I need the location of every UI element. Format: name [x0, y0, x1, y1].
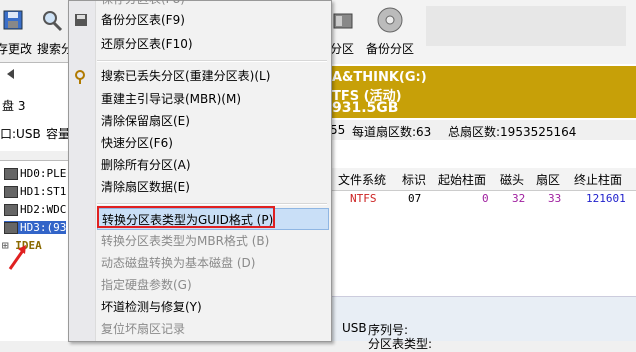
disk-banner-name: A&THINK(G:)	[332, 70, 427, 85]
search-partition-button[interactable]: 搜索分	[35, 0, 73, 60]
backup-disc-icon	[377, 7, 403, 33]
cell-start-cylinder: 0	[482, 192, 489, 205]
disk-banner[interactable]: A&THINK(G:) TFS (活动) 931.5GB	[330, 66, 636, 118]
partition-toolbar-label: 分区	[330, 42, 355, 56]
menu-item-clear-sector-data[interactable]: 清除扇区数据(E)	[101, 176, 190, 198]
col-sector[interactable]: 扇区	[536, 171, 560, 188]
tree-item-hd3[interactable]: HD3:(93	[4, 221, 67, 234]
disk-icon	[4, 222, 18, 234]
tree-item-hd1[interactable]: HD1:ST1	[4, 185, 66, 198]
menu-item-reset-bad-sector-log[interactable]: 复位坏扇区记录	[101, 318, 185, 340]
menu-separator	[97, 203, 327, 205]
search-icon	[43, 11, 63, 32]
disk-meta: 55 每道扇区数:63 总扇区数:1953525164	[330, 120, 636, 140]
right-pane: 分区 备份分区 A&THINK(G:) TFS (活动) 931.5GB 55 …	[220, 0, 636, 351]
cell-head: 32	[512, 192, 526, 205]
menu-item-convert-to-mbr[interactable]: 转换分区表类型为MBR格式 (B)	[101, 230, 269, 252]
backup-partition-label: 备份分区	[366, 42, 415, 56]
cell-id: 07	[408, 192, 422, 205]
menu-item-dynamic-to-basic[interactable]: 动态磁盘转换为基本磁盘 (D)	[101, 252, 255, 274]
cell-sector: 33	[548, 192, 562, 205]
disk-number-label: 盘 3	[2, 99, 26, 113]
cell-end-cylinder: 121601	[586, 192, 626, 205]
highlight-annotation-box	[97, 206, 275, 228]
backup-partition-button[interactable]: 备份分区	[364, 0, 424, 60]
tree-item-hd2[interactable]: HD2:WDC	[4, 203, 66, 216]
menu-item-specify-disk-params[interactable]: 指定硬盘参数(G)	[101, 274, 192, 296]
bottom-interface: USB	[342, 321, 367, 335]
context-menu: 保存分区表(F8) 备份分区表(F9) 还原分区表(F10) 搜索已丢失分区(重…	[68, 0, 332, 342]
cell-filesystem: NTFS	[350, 192, 377, 205]
menu-separator	[97, 60, 327, 62]
menu-item-rebuild-mbr[interactable]: 重建主引导记录(MBR)(M)	[101, 88, 241, 110]
right-toolbar: 分区 备份分区	[330, 0, 636, 64]
disk-banner-size: 931.5GB	[332, 100, 399, 116]
disk-tree: HD0:PLE HD1:ST1 HD2:WDC HD3:(93 ⊞ IDEA	[0, 160, 70, 341]
disk-details-bar: USB 序列号: 分区表类型:	[330, 296, 636, 351]
left-arrow-icon[interactable]	[4, 67, 18, 81]
interface-label: 口:USB	[0, 127, 41, 141]
menu-item-search-lost-partitions[interactable]: 搜索已丢失分区(重建分区表)(L)	[101, 65, 270, 87]
tree-item-hd0[interactable]: HD0:PLE	[4, 167, 66, 180]
partition-icon	[333, 13, 353, 29]
menu-item-backup-partition-table[interactable]: 备份分区表(F9)	[101, 9, 185, 31]
disk-info-left: 盘 3 口:USB 容量	[0, 62, 70, 151]
backup-table-icon	[75, 14, 87, 26]
menu-icon-gutter	[69, 1, 96, 341]
red-arrow-icon	[8, 245, 26, 270]
col-end-cylinder[interactable]: 终止柱面	[574, 171, 622, 188]
disk-meta-sectors-per-track: 每道扇区数:63	[352, 125, 432, 139]
capacity-label: 容量	[46, 127, 71, 141]
menu-item-bad-sector-check[interactable]: 坏道检测与修复(Y)	[101, 296, 202, 318]
disk-icon	[4, 204, 18, 216]
disk-icon	[4, 186, 18, 198]
disk-meta-heads: 55	[330, 123, 346, 137]
save-icon	[3, 10, 23, 30]
col-id[interactable]: 标识	[402, 171, 426, 188]
col-start-cylinder[interactable]: 起始柱面	[438, 171, 486, 188]
partition-toolbar-button[interactable]: 分区	[330, 0, 364, 60]
partition-table-header: 文件系统 标识 起始柱面 磁头 扇区 终止柱面	[330, 168, 636, 191]
menu-item-quick-partition[interactable]: 快速分区(F6)	[101, 132, 173, 154]
col-filesystem[interactable]: 文件系统	[338, 171, 386, 188]
disk-icon	[4, 168, 18, 180]
table-row[interactable]: NTFS 07 0 32 33 121601	[330, 190, 636, 208]
left-pane: 存更改 搜索分 盘 3 口:USB 容量 HD0:PLE HD1:ST1 HD2…	[0, 0, 73, 341]
bottom-table-type-label: 分区表类型:	[368, 337, 433, 351]
col-head[interactable]: 磁头	[500, 171, 524, 188]
menu-item-clear-reserved-sectors[interactable]: 清除保留扇区(E)	[101, 110, 190, 132]
menu-item-restore-partition-table[interactable]: 还原分区表(F10)	[101, 33, 193, 55]
disk-meta-total-sectors: 总扇区数:1953525164	[448, 125, 577, 139]
save-changes-button[interactable]: 存更改	[0, 0, 35, 60]
search-lost-partition-icon	[75, 70, 85, 84]
blurred-toolbar-area	[426, 6, 626, 46]
save-changes-label: 存更改	[0, 42, 33, 56]
menu-item-delete-all-partitions[interactable]: 删除所有分区(A)	[101, 154, 191, 176]
